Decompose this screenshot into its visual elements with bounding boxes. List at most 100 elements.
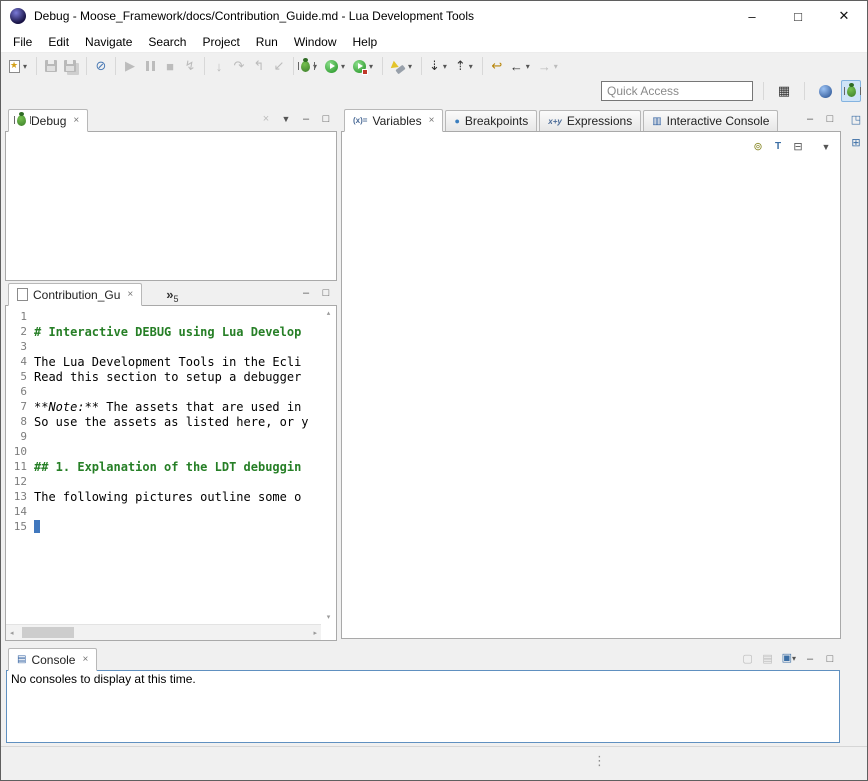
menu-help[interactable]: Help [345,31,386,53]
resume-button[interactable]: ▶ [120,55,140,77]
editor-horizontal-scrollbar[interactable]: ◂ ▸ [6,624,321,640]
minimize-editor-button[interactable]: – [300,286,312,300]
maximize-view-button[interactable]: □ [824,652,836,666]
maximize-editor-button[interactable]: □ [320,286,332,300]
skip-all-breakpoints-button[interactable]: ⊘ [91,55,111,77]
editor-content[interactable]: 1 2# Interactive DEBUG using Lua Develop… [5,305,337,641]
console-icon: ▤ [17,654,26,665]
menu-file[interactable]: File [5,31,40,53]
remove-all-terminated-button[interactable]: × [260,112,272,126]
terminate-button[interactable]: ■ [160,55,180,77]
forward-button[interactable]: → ▾ [535,55,563,77]
editor-line: 6 [6,384,321,399]
editor-line: 10 [6,444,321,459]
minimized-view-button[interactable]: ⊞ [848,134,865,151]
debug-view: Debug × × ▼ – □ [5,107,337,281]
run-icon [325,60,338,73]
editor-tab-overflow-button[interactable]: » 5 [166,284,178,305]
chevron-down-icon: ▾ [441,62,449,71]
toolbar-separator [115,57,116,75]
new-button[interactable]: ★ ▾ [6,55,32,77]
scroll-left-icon[interactable]: ◂ [10,629,14,637]
debug-perspective-button[interactable] [841,80,861,102]
restore-minimized-stack-button[interactable]: ◳ [848,111,865,128]
toolbar-separator [804,82,805,100]
collapse-all-button[interactable]: ⊟ [792,140,804,154]
save-all-button[interactable] [61,55,82,77]
minimize-view-button[interactable]: – [300,112,312,126]
debug-view-content[interactable] [5,131,337,281]
step-into-button[interactable]: ↓ [209,55,229,77]
editor-line: 13The following pictures outline some o [6,489,321,504]
trim-drag-handle[interactable]: ⋮ [593,753,606,769]
external-tools-button[interactable]: ▾ [350,55,378,77]
search-button[interactable]: ▾ [387,55,417,77]
tab-expressions[interactable]: x+y Expressions [539,110,641,131]
previous-annotation-button[interactable]: ⇡ ▾ [452,55,478,77]
suspend-button[interactable] [140,55,160,77]
tab-variables[interactable]: (x)= Variables × [344,109,443,132]
editor-vertical-scrollbar[interactable]: ▴ ▾ [321,306,336,624]
right-trim-bar: ◳ ⊞ [847,107,865,643]
window-maximize-button[interactable]: □ [775,1,821,31]
tab-debug[interactable]: Debug × [8,109,88,132]
close-icon[interactable]: × [127,289,133,300]
search-flashlight-icon [390,60,405,73]
horizontal-scroll-thumb[interactable] [22,627,74,638]
minimize-view-button[interactable]: – [804,652,816,666]
last-edit-location-icon: ↩ [491,58,502,74]
quick-access-input[interactable] [601,81,753,101]
titlebar: Debug - Moose_Framework/docs/Contributio… [1,1,867,31]
drop-to-frame-button[interactable]: ↙ [269,55,289,77]
tab-contribution-guide[interactable]: Contribution_Gu × [8,283,142,306]
minimize-view-button[interactable]: – [804,112,816,126]
close-icon[interactable]: × [429,115,435,126]
tab-console[interactable]: ▤ Console × [8,648,97,671]
editor-text-area[interactable]: 1 2# Interactive DEBUG using Lua Develop… [6,306,321,624]
maximize-view-button[interactable]: □ [320,112,332,126]
last-edit-location-button[interactable]: ↩ [487,55,507,77]
variables-icon: (x)= [353,116,367,125]
scroll-up-icon[interactable]: ▴ [327,309,331,317]
window-minimize-button[interactable]: – [729,1,775,31]
workbench-area: Debug × × ▼ – □ Contribution_Gu × [1,103,867,746]
scroll-right-icon[interactable]: ▸ [313,629,317,637]
view-menu-button[interactable]: ▼ [820,140,832,154]
save-button[interactable] [41,55,61,77]
tab-console-label: Console [31,653,75,667]
menu-edit[interactable]: Edit [40,31,77,53]
show-type-names-button[interactable]: T [772,140,784,154]
console-content[interactable]: No consoles to display at this time. [6,670,840,743]
maximize-view-button[interactable]: □ [824,112,836,126]
disconnect-button[interactable]: ↯ [180,55,200,77]
debug-button[interactable]: ▾ [298,55,322,77]
tab-interactive-console[interactable]: ▥ Interactive Console [643,110,778,131]
back-button[interactable]: ← ▾ [507,55,535,77]
next-annotation-button[interactable]: ⇣ ▾ [426,55,452,77]
chevron-down-icon: ▾ [792,654,796,663]
menu-run[interactable]: Run [248,31,286,53]
toolbar-separator [421,57,422,75]
menu-search[interactable]: Search [140,31,194,53]
window-close-button[interactable]: ✕ [821,1,867,31]
open-console-button[interactable]: ▣▾ [782,651,796,666]
lua-perspective-button[interactable] [815,80,835,102]
display-selected-console-button[interactable]: ▤ [762,652,774,666]
close-icon[interactable]: × [82,654,88,665]
step-over-button[interactable]: ↷ [229,55,249,77]
open-perspective-button[interactable]: ▦ [774,80,794,102]
close-icon[interactable]: × [73,115,79,126]
chevron-down-icon: ▾ [552,62,560,71]
show-logical-structures-button[interactable]: ⊚ [752,140,764,154]
menu-project[interactable]: Project [194,31,247,53]
tab-breakpoints[interactable]: ● Breakpoints [445,110,537,131]
menu-window[interactable]: Window [286,31,345,53]
variables-view-content[interactable]: ⊚ T ⊟ ▼ [341,131,841,639]
toolbar-separator [204,57,205,75]
menu-navigate[interactable]: Navigate [77,31,140,53]
view-menu-button[interactable]: ▼ [280,112,292,126]
run-button[interactable]: ▾ [322,55,350,77]
step-return-button[interactable]: ↰ [249,55,269,77]
scroll-down-icon[interactable]: ▾ [327,613,331,621]
pin-console-button[interactable]: ▢ [742,652,754,666]
